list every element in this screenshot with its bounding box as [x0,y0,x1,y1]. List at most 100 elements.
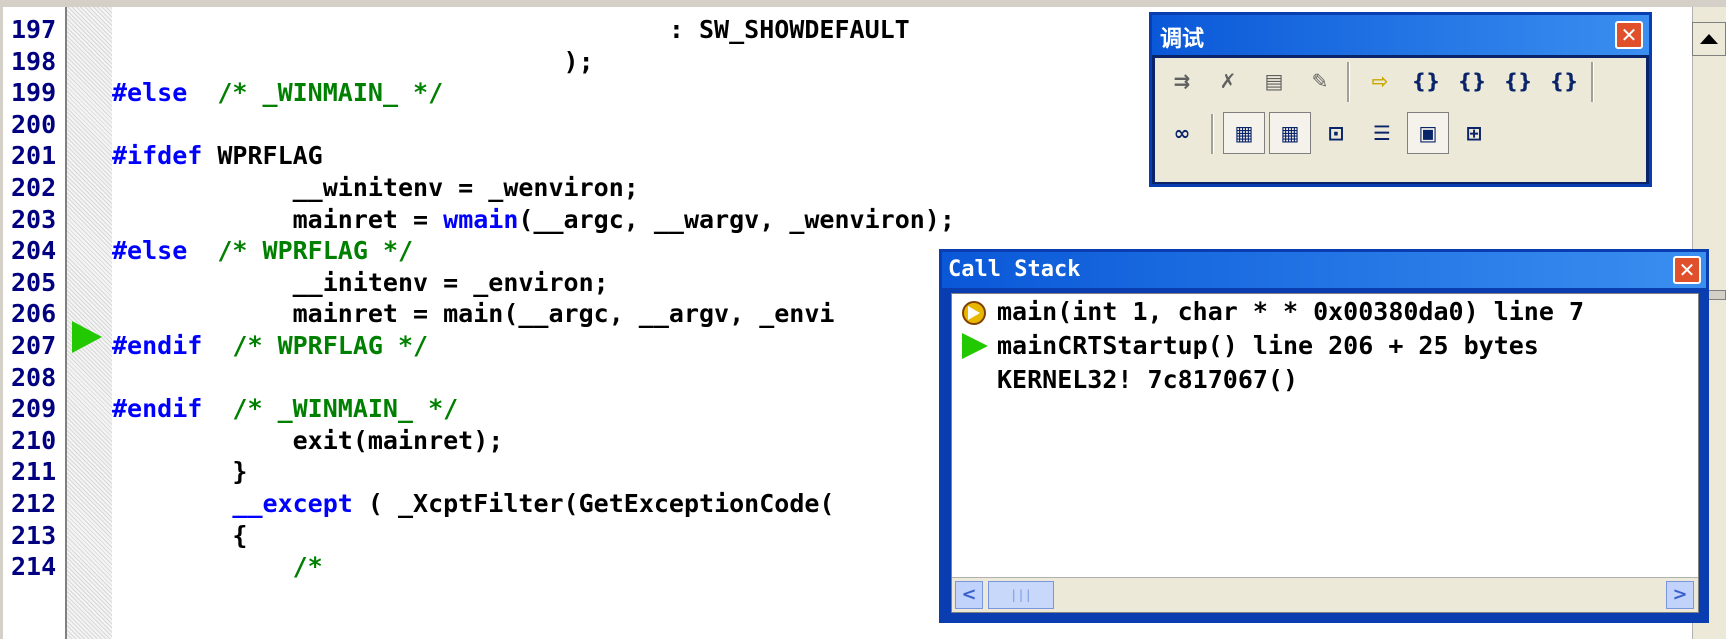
arrow-up-icon [1700,34,1718,44]
toolbar-separator [1211,114,1214,154]
scroll-left-button[interactable]: < [955,581,983,609]
code-line: #else /* WPRFLAG */ [112,234,413,268]
apply-code-changes-button[interactable]: ✎ [1299,60,1341,102]
code-line: /* [112,550,323,584]
code-line: mainret = wmain(__argc, __wargv, _wenvir… [112,203,955,237]
code-line: __winitenv = _wenviron; [112,171,639,205]
code-line: { [112,519,247,553]
memory-window-icon: ☰ [1373,121,1391,145]
code-line: __initenv = _environ; [112,266,609,300]
run-to-cursor-icon: {} [1549,69,1579,93]
disassembly-window-button[interactable]: ⊞ [1453,112,1495,154]
code-line: #ifdef WPRFLAG [112,139,323,173]
call-stack-window-icon: ▣ [1418,121,1438,145]
call-stack-titlebar[interactable]: Call Stack ✕ [942,252,1706,288]
debug-toolbar-close-button[interactable]: ✕ [1615,21,1643,49]
line-number: 207 [11,331,57,360]
line-number: 205 [11,267,57,297]
caller-frame-arrow-icon [962,333,988,359]
code-comment: /* [292,552,323,582]
line-number: 198 [11,46,57,76]
quickwatch-button[interactable]: ∞ [1161,112,1203,154]
call-stack-horizontal-scrollbar[interactable]: < ||| > [952,577,1698,612]
step-out-button[interactable]: {} [1497,60,1539,102]
line-number: 212 [11,489,57,518]
toolbar-separator [1347,62,1350,102]
call-stack-frame-label: mainCRTStartup() line 206 + 25 bytes [997,331,1539,360]
memory-window-button[interactable]: ☰ [1361,112,1403,154]
call-stack-close-button[interactable]: ✕ [1673,256,1701,284]
code-line: #endif /* WPRFLAG */ [112,329,428,363]
line-number: 197 [11,15,57,44]
line-number: 213 [11,520,57,550]
line-number: 210 [11,425,57,455]
call-stack-frame[interactable]: main(int 1, char * * 0x00380da0) line 7 [952,295,1698,329]
watch-window-button[interactable]: ▦ [1223,112,1265,154]
code-keyword: __except [232,489,353,518]
debug-toolbar-body: ⇉ ✗ ▤ ✎ ⇨ {} {} {} {} ∞ ▦ ▦ ⊡ ☰ ▣ ⊞ [1155,58,1646,182]
code-keyword: #else [112,236,188,266]
code-token: mainret = main(__argc, __argv, _envi [112,299,835,329]
line-number: 201 [11,141,57,171]
step-out-icon: {} [1503,69,1533,93]
call-stack-title: Call Stack [948,257,1081,282]
call-stack-window-button[interactable]: ▣ [1407,112,1449,154]
step-over-button[interactable]: {} [1451,60,1493,102]
code-token: exit(mainret); [112,425,504,455]
scroll-up-button[interactable] [1692,22,1726,56]
registers-window-button[interactable]: ⊡ [1315,112,1357,154]
code-line: : SW_SHOWDEFAULT [112,13,910,47]
step-into-button[interactable]: {} [1405,60,1447,102]
call-stack-list[interactable]: < ||| > main(int 1, char * * 0x00380da0)… [951,293,1699,613]
horizontal-scroll-thumb[interactable]: ||| [988,581,1054,609]
scroll-right-button[interactable]: > [1666,581,1694,609]
break-execution-button[interactable]: ▤ [1253,60,1295,102]
code-token: __initenv = _environ; [112,267,609,297]
code-line: exit(mainret); [112,424,504,458]
variables-window-button[interactable]: ▦ [1269,112,1311,154]
code-comment: /* _WINMAIN_ */ [217,78,444,108]
restart-button[interactable]: ⇉ [1161,60,1203,102]
apply-code-changes-icon: ✎ [1311,69,1329,93]
debug-toolbar-titlebar[interactable]: 调试 ✕ [1152,15,1649,55]
code-token: ); [112,46,594,76]
code-token: ( _XcptFilter(GetExceptionCode( [352,489,835,518]
restart-icon: ⇉ [1173,69,1191,93]
debug-toolbar-title: 调试 [1160,27,1205,52]
call-stack-frame[interactable]: mainCRTStartup() line 206 + 25 bytes [952,329,1698,363]
code-token: (__argc, __wargv, _wenviron); [518,204,955,234]
watch-window-icon: ▦ [1234,121,1254,145]
call-stack-frame-label: main(int 1, char * * 0x00380da0) line 7 [997,297,1584,326]
step-into-icon: {} [1411,69,1441,93]
current-execution-arrow-icon [72,321,102,353]
code-comment: /* WPRFLAG */ [217,236,414,266]
call-stack-window: Call Stack ✕ < ||| > main(int 1, char * … [939,249,1709,623]
line-number: 208 [11,362,57,392]
call-stack-frame-label: KERNEL32! 7c817067() [997,365,1299,394]
line-number: 204 [11,236,57,266]
stop-debugging-button[interactable]: ✗ [1207,60,1249,102]
debug-toolbar-window: 调试 ✕ ⇉ ✗ ▤ ✎ ⇨ {} {} {} {} ∞ ▦ ▦ ⊡ ☰ ▣ ⊞ [1149,12,1652,187]
code-line: #endif /* _WINMAIN_ */ [112,392,458,426]
line-number: 200 [11,109,57,139]
call-stack-frame[interactable]: KERNEL32! 7c817067() [952,363,1698,397]
line-number-gutter: 197 198 199 200 201 202 203 204 205 206 207 208 209 2… [3,7,67,639]
line-number: 199 [11,78,57,108]
code-line: #else /* _WINMAIN_ */ [112,76,443,110]
code-keyword: #ifdef [112,141,203,171]
line-number: 214 [11,552,57,582]
disassembly-window-icon: ⊞ [1465,121,1483,145]
code-comment: /* WPRFLAG */ [232,331,429,360]
code-line: } [112,455,247,489]
code-token: __winitenv = _wenviron; [112,173,639,202]
code-line: __except ( _XcptFilter(GetExceptionCode( [112,487,834,521]
show-next-statement-button[interactable]: ⇨ [1359,60,1401,102]
code-line: ); [112,45,594,79]
run-to-cursor-button[interactable]: {} [1543,60,1585,102]
code-token: : SW_SHOWDEFAULT [112,15,910,44]
code-keyword: #endif [112,394,203,424]
